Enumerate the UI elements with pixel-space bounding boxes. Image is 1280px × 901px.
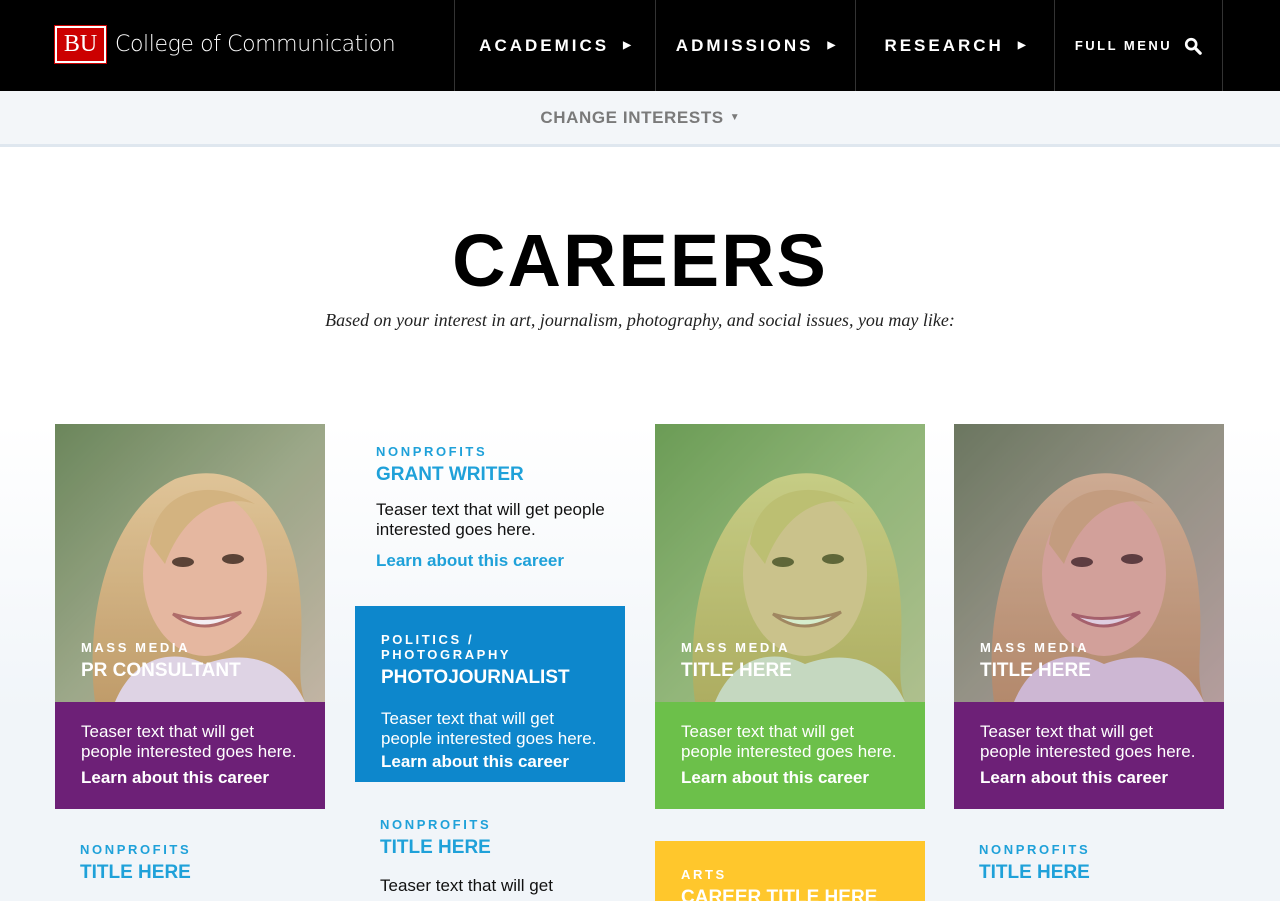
caret-down-icon[interactable]: ▼ bbox=[730, 112, 740, 123]
learn-career-link[interactable]: Learn about this career bbox=[381, 752, 605, 772]
career-teaser: Teaser text that will get bbox=[380, 876, 553, 895]
career-category: POLITICS / PHOTOGRAPHY bbox=[381, 632, 512, 662]
site-name[interactable]: College of Communication bbox=[115, 32, 396, 57]
career-photo: MASS MEDIA TITLE HERE bbox=[655, 424, 925, 702]
career-title[interactable]: TITLE HERE bbox=[681, 660, 792, 682]
career-category: MASS MEDIA bbox=[81, 640, 191, 655]
career-category: NONPROFITS bbox=[380, 817, 492, 832]
career-teaser: Teaser text that will get people interes… bbox=[980, 722, 1196, 761]
career-card-grant-writer[interactable]: NONPROFITS GRANT WRITER Teaser text that… bbox=[376, 444, 625, 571]
nav-admissions-label: ADMISSIONS bbox=[675, 35, 814, 55]
search-icon bbox=[1185, 37, 1202, 55]
site-brand[interactable]: BU College of Communication bbox=[54, 25, 396, 64]
career-title[interactable]: TITLE HERE bbox=[979, 862, 1219, 884]
nav-research-label: RESEARCH bbox=[884, 35, 1004, 55]
bu-logo[interactable]: BU bbox=[54, 25, 107, 64]
career-title[interactable]: CAREER TITLE HERE bbox=[681, 887, 905, 901]
triangle-right-icon: ▶ bbox=[623, 40, 631, 51]
career-teaser: Teaser text that will get people interes… bbox=[81, 722, 297, 761]
career-card-photojournalist[interactable]: POLITICS / PHOTOGRAPHY PHOTOJOURNALIST T… bbox=[355, 606, 625, 782]
full-menu-label: FULL MENU bbox=[1074, 38, 1173, 53]
change-interests-bar: CHANGE INTERESTS ▼ bbox=[0, 91, 1280, 147]
page-title: CAREERS bbox=[452, 219, 828, 302]
career-title[interactable]: PR CONSULTANT bbox=[81, 660, 241, 682]
career-category: NONPROFITS bbox=[979, 842, 1091, 857]
career-teaser: Teaser text that will get people interes… bbox=[681, 722, 897, 761]
career-teaser: Teaser text that will get people interes… bbox=[381, 709, 597, 748]
career-panel: Teaser text that will get people interes… bbox=[55, 702, 325, 809]
career-panel: Teaser text that will get people interes… bbox=[655, 702, 925, 809]
career-card-row2-col2[interactable]: NONPROFITS TITLE HERE Teaser text that w… bbox=[380, 817, 620, 896]
full-menu-button[interactable]: FULL MENU bbox=[1054, 0, 1223, 91]
page-subtitle: Based on your interest in art, journalis… bbox=[325, 310, 955, 330]
learn-career-link[interactable]: Learn about this career bbox=[81, 768, 305, 788]
career-teaser: Teaser text that will get people interes… bbox=[376, 500, 605, 539]
triangle-right-icon: ▶ bbox=[1017, 40, 1026, 51]
career-category: ARTS bbox=[681, 867, 727, 882]
career-category: MASS MEDIA bbox=[980, 640, 1090, 655]
nav-research[interactable]: RESEARCH ▶ bbox=[855, 0, 1054, 91]
career-title[interactable]: TITLE HERE bbox=[380, 837, 620, 859]
site-header: BU College of Communication ACADEMICS ▶ … bbox=[0, 0, 1280, 91]
career-category: MASS MEDIA bbox=[681, 640, 791, 655]
career-title[interactable]: PHOTOJOURNALIST bbox=[381, 667, 605, 689]
learn-career-link[interactable]: Learn about this career bbox=[980, 768, 1204, 788]
career-photo: MASS MEDIA PR CONSULTANT bbox=[55, 424, 325, 702]
career-category: NONPROFITS bbox=[80, 842, 192, 857]
learn-career-link[interactable]: Learn about this career bbox=[376, 551, 625, 571]
nav-academics-label: ACADEMICS bbox=[479, 35, 610, 55]
learn-career-link[interactable]: Learn about this career bbox=[681, 768, 905, 788]
nav-academics[interactable]: ACADEMICS ▶ bbox=[454, 0, 655, 91]
change-interests-button[interactable]: CHANGE INTERESTS bbox=[540, 108, 723, 128]
triangle-right-icon: ▶ bbox=[827, 40, 836, 51]
career-card-row2-col3[interactable]: ARTS CAREER TITLE HERE bbox=[655, 841, 925, 901]
career-card-row2-col1[interactable]: NONPROFITS TITLE HERE bbox=[80, 842, 320, 884]
career-title[interactable]: TITLE HERE bbox=[80, 862, 320, 884]
career-card-row2-col4[interactable]: NONPROFITS TITLE HERE bbox=[979, 842, 1219, 884]
nav-admissions[interactable]: ADMISSIONS ▶ bbox=[655, 0, 855, 91]
career-photo: MASS MEDIA TITLE HERE bbox=[954, 424, 1224, 702]
career-panel: Teaser text that will get people interes… bbox=[954, 702, 1224, 809]
career-category: NONPROFITS bbox=[376, 444, 488, 459]
career-title[interactable]: TITLE HERE bbox=[980, 660, 1091, 682]
career-title[interactable]: GRANT WRITER bbox=[376, 464, 625, 486]
